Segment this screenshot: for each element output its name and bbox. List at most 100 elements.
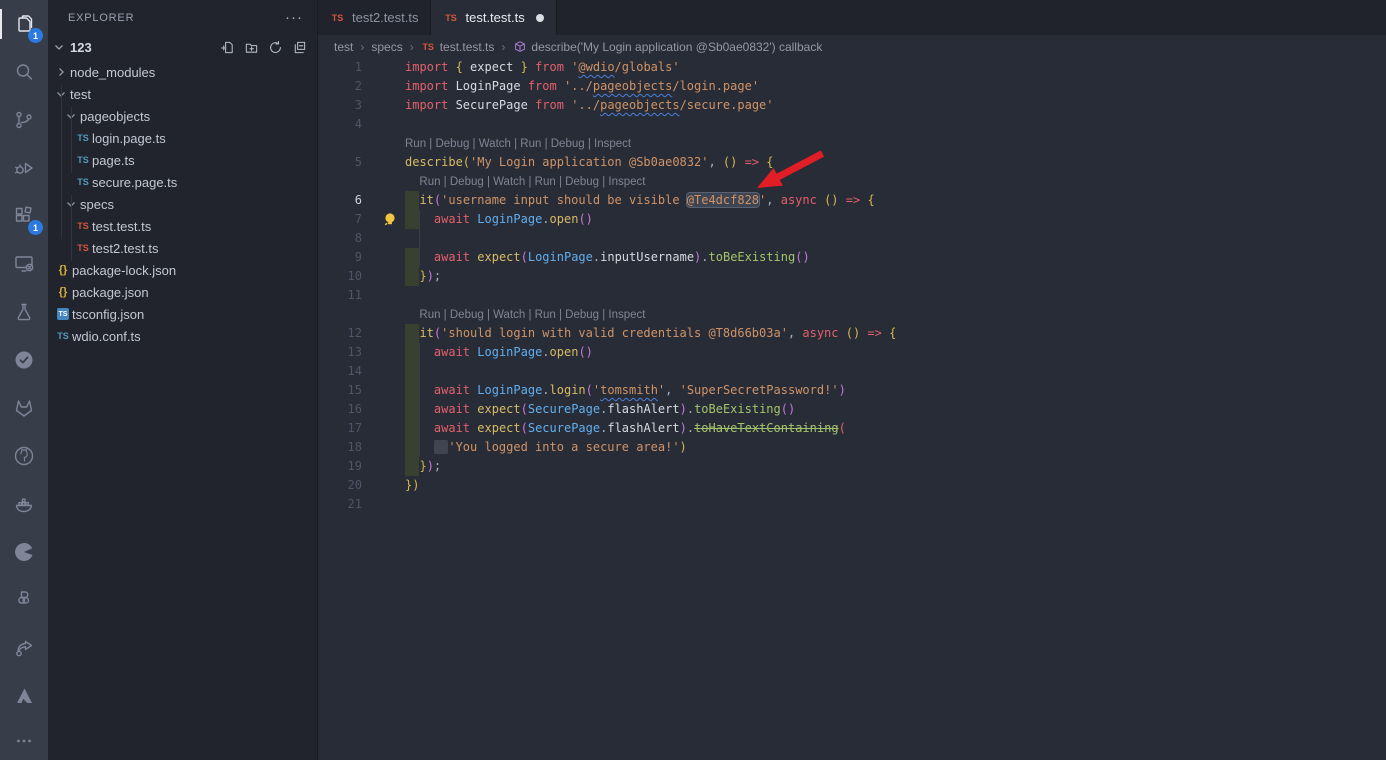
code-line-6[interactable]: 6 it('username input should be visible @… [318, 191, 1386, 210]
activity-azure-icon[interactable] [0, 672, 48, 720]
code-content[interactable]: await expect(SecurePage.flashAlert).toHa… [405, 419, 1386, 438]
line-number[interactable]: 5 [318, 153, 362, 172]
code-line-20[interactable]: 20}) [318, 476, 1386, 495]
code-content[interactable] [405, 495, 1386, 514]
line-number[interactable]: 1 [318, 58, 362, 77]
line-number[interactable]: 17 [318, 419, 362, 438]
line-number[interactable]: 18 [318, 438, 362, 457]
line-number[interactable]: 21 [318, 495, 362, 514]
code-content[interactable]: }); [405, 267, 1386, 286]
explorer-more-actions-icon[interactable]: ··· [285, 9, 303, 26]
tree-item-wdio.conf.ts[interactable]: TSwdio.conf.ts [48, 325, 317, 347]
codelens-actions[interactable]: Run | Debug | Watch | Run | Debug | Insp… [405, 173, 646, 192]
tree-item-login.page.ts[interactable]: TSlogin.page.ts [48, 127, 317, 149]
tree-item-test2.test.ts[interactable]: TStest2.test.ts [48, 237, 317, 259]
collapse-all-icon[interactable] [292, 40, 307, 55]
line-number[interactable]: 8 [318, 229, 362, 248]
refresh-icon[interactable] [268, 40, 283, 55]
workspace-section-header[interactable]: 123 [48, 35, 317, 59]
activity-extensions-icon[interactable]: 1 [0, 192, 48, 240]
line-number[interactable]: 6 [318, 191, 362, 210]
code-line-1[interactable]: 1 import { expect } from '@wdio/globals' [318, 58, 1386, 77]
code-line-4[interactable]: 4 [318, 115, 1386, 134]
code-content[interactable] [405, 362, 1386, 381]
codelens-actions[interactable]: Run | Debug | Watch | Run | Debug | Insp… [405, 306, 646, 325]
new-file-icon[interactable] [220, 40, 235, 55]
tree-item-test[interactable]: test [48, 83, 317, 105]
code-line-17[interactable]: 17 await expect(SecurePage.flashAlert).t… [318, 419, 1386, 438]
activity-check-circle-icon[interactable] [0, 336, 48, 384]
code-line-13[interactable]: 13 await LoginPage.open() [318, 343, 1386, 362]
code-line-21[interactable]: 21 [318, 495, 1386, 514]
modified-dot-icon[interactable] [536, 14, 544, 22]
line-number[interactable]: 2 [318, 77, 362, 96]
line-number[interactable]: 13 [318, 343, 362, 362]
code-content[interactable]: await expect(LoginPage.inputUsername).to… [405, 248, 1386, 267]
line-number[interactable]: 4 [318, 115, 362, 134]
activity-figma-icon[interactable] [0, 576, 48, 624]
code-content[interactable]: await LoginPage.open() [405, 343, 1386, 362]
activity-source-control-icon[interactable] [0, 96, 48, 144]
activity-docker-icon[interactable] [0, 480, 48, 528]
code-line-5[interactable]: 5 describe('My Login application @Sb0ae08… [318, 153, 1386, 172]
tree-item-secure.page.ts[interactable]: TSsecure.page.ts [48, 171, 317, 193]
code-content[interactable]: }); [405, 457, 1386, 476]
activity-run-debug-icon[interactable] [0, 144, 48, 192]
breadcrumb-item-4[interactable]: describe('My Login application @Sb0ae083… [512, 40, 822, 54]
line-number[interactable]: 12 [318, 324, 362, 343]
activity-pie-circle-icon[interactable] [0, 528, 48, 576]
code-line-3[interactable]: 3import SecurePage from '../pageobjects/… [318, 96, 1386, 115]
activity-remote-explorer-icon[interactable] [0, 240, 48, 288]
code-line-14[interactable]: 14 [318, 362, 1386, 381]
tab-test.test.ts[interactable]: TStest.test.ts [431, 0, 556, 35]
tree-item-pageobjects[interactable]: pageobjects [48, 105, 317, 127]
activity-explorer-icon[interactable]: 1 [0, 0, 48, 48]
activity-gitlab-icon[interactable] [0, 384, 48, 432]
code-line-10[interactable]: 10 }); [318, 267, 1386, 286]
code-editor[interactable]: 1import { expect } from '@wdio/globals'2… [318, 58, 1386, 760]
tree-item-specs[interactable]: specs [48, 193, 317, 215]
code-content[interactable]: import LoginPage from '../pageobjects/lo… [405, 77, 1386, 96]
tree-item-page.ts[interactable]: TSpage.ts [48, 149, 317, 171]
codelens-actions[interactable]: Run | Debug | Watch | Run | Debug | Insp… [405, 135, 631, 154]
code-content[interactable]: await expect(SecurePage.flashAlert).toBe… [405, 400, 1386, 419]
line-number[interactable]: 9 [318, 248, 362, 267]
line-number[interactable]: 16 [318, 400, 362, 419]
line-number[interactable]: 10 [318, 267, 362, 286]
activity-more-actions-icon[interactable] [0, 722, 48, 760]
code-line-2[interactable]: 2 import LoginPage from '../pageobjects/l… [318, 77, 1386, 96]
line-number[interactable]: 20 [318, 476, 362, 495]
code-line-15[interactable]: 15 await LoginPage.login('tomsmith', 'Su… [318, 381, 1386, 400]
breadcrumb-item-1[interactable]: test [334, 40, 353, 54]
activity-github-icon[interactable] [0, 432, 48, 480]
code-content[interactable] [405, 286, 1386, 305]
activity-share-icon[interactable] [0, 624, 48, 672]
code-content[interactable]: }) [405, 476, 1386, 495]
breadcrumb-item-3[interactable]: TStest.test.ts [421, 40, 495, 54]
activity-search-icon[interactable] [0, 48, 48, 96]
code-content[interactable]: 'You logged into a secure area!') [405, 438, 1386, 457]
code-line-7[interactable]: 7 await LoginPage.open() [318, 210, 1386, 229]
code-content[interactable]: import { expect } from '@wdio/globals' [405, 58, 1386, 77]
code-line-18[interactable]: 18 'You logged into a secure area!') [318, 438, 1386, 457]
tree-item-tsconfig.json[interactable]: TStsconfig.json [48, 303, 317, 325]
code-content[interactable]: import SecurePage from '../pageobjects/s… [405, 96, 1386, 115]
tree-item-package.json[interactable]: {}package.json [48, 281, 317, 303]
line-number[interactable]: 15 [318, 381, 362, 400]
code-line-12[interactable]: 12 it('should login with valid credentia… [318, 324, 1386, 343]
quick-fix-lightbulb-icon[interactable] [362, 210, 405, 229]
line-number[interactable]: 19 [318, 457, 362, 476]
code-line-19[interactable]: 19 }); [318, 457, 1386, 476]
code-content[interactable]: await LoginPage.login('tomsmith', 'Super… [405, 381, 1386, 400]
line-number[interactable]: 11 [318, 286, 362, 305]
activity-test-beaker-icon[interactable] [0, 288, 48, 336]
code-line-9[interactable]: 9 await expect(LoginPage.inputUsername).… [318, 248, 1386, 267]
tree-item-test.test.ts[interactable]: TStest.test.ts [48, 215, 317, 237]
code-content[interactable]: describe('My Login application @Sb0ae083… [405, 153, 1386, 172]
code-content[interactable] [405, 115, 1386, 134]
code-content[interactable]: await LoginPage.open() [405, 210, 1386, 229]
code-content[interactable] [405, 229, 1386, 248]
line-number[interactable]: 7 [318, 210, 362, 229]
new-folder-icon[interactable] [244, 40, 259, 55]
code-content[interactable]: it('should login with valid credentials … [405, 324, 1386, 343]
